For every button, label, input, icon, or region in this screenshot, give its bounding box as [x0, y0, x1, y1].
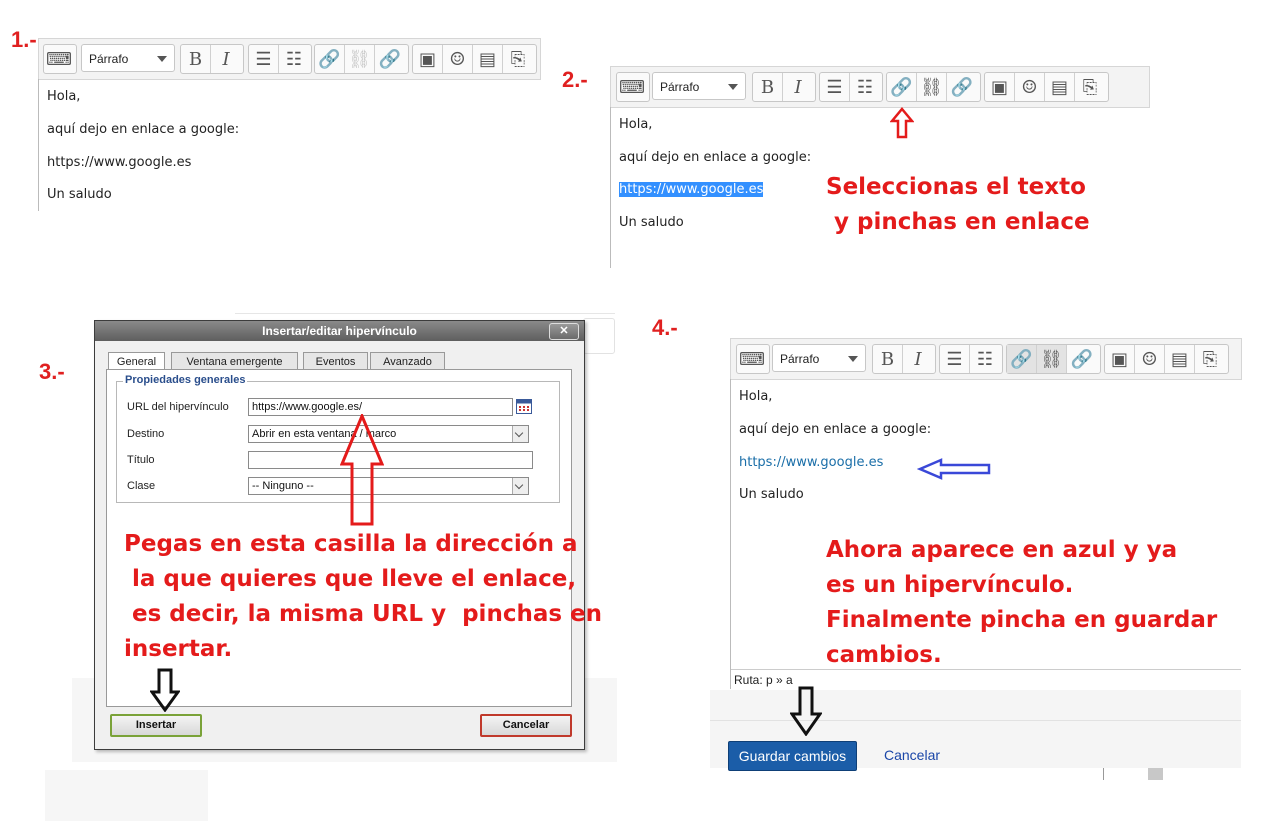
italic-button[interactable]: I: [211, 45, 241, 73]
selected-url-text: https://www.google.es: [619, 182, 764, 197]
chevron-down-icon: [512, 478, 528, 494]
class-select[interactable]: -- Ninguno --: [248, 477, 529, 495]
chevron-down-icon: [157, 56, 167, 62]
general-properties-fieldset: Propiedades generales URL del hipervíncu…: [116, 374, 560, 503]
chevron-down-icon: [512, 426, 528, 442]
step-4-note: Ahora aparece en azul y ya es un hiperví…: [826, 537, 1218, 668]
format-select[interactable]: Párrafo: [652, 72, 746, 100]
cancel-button[interactable]: Cancelar: [480, 714, 572, 737]
close-icon[interactable]: ✕: [549, 323, 579, 340]
bold-button[interactable]: B: [873, 345, 903, 373]
toolbar-toggle-icon[interactable]: ⌨: [617, 73, 647, 101]
title-input[interactable]: [248, 451, 533, 469]
text-line: aquí dejo en enlace a google:: [739, 422, 932, 437]
bullet-list-icon[interactable]: ☰: [249, 45, 279, 73]
url-label: URL del hipervínculo: [127, 401, 229, 413]
numbered-list-icon[interactable]: ☷: [850, 73, 880, 101]
dialog-titlebar: Insertar/editar hipervínculo ✕: [95, 321, 584, 341]
anchor-link-icon[interactable]: 🔗: [947, 73, 977, 101]
text-line: aquí dejo en enlace a google:: [47, 122, 240, 137]
bold-button[interactable]: B: [753, 73, 783, 101]
media-icon[interactable]: ▤: [473, 45, 503, 73]
numbered-list-icon[interactable]: ☷: [970, 345, 1000, 373]
editor-toolbar-2: ⌨ Párrafo B I ☰ ☷ 🔗 ⛓ 🔗 ▣ ☺ ▤ ⎘: [610, 66, 1150, 108]
link-icon[interactable]: 🔗: [315, 45, 345, 73]
down-arrow-icon: [150, 668, 180, 712]
class-label: Clase: [127, 480, 156, 492]
text-line: https://www.google.es: [47, 155, 192, 170]
step-4-label: 4.-: [652, 315, 678, 340]
save-changes-button[interactable]: Guardar cambios: [728, 741, 857, 771]
italic-button[interactable]: I: [903, 345, 933, 373]
step-3-label: 3.-: [39, 359, 65, 384]
text-line: Un saludo: [739, 487, 804, 502]
text-line: Hola,: [47, 89, 81, 104]
media-icon[interactable]: ▤: [1165, 345, 1195, 373]
down-arrow-icon: [790, 686, 822, 736]
text-line: Hola,: [619, 117, 653, 132]
up-arrow-icon: [340, 414, 384, 526]
step-2-label: 2.-: [562, 67, 588, 92]
cancel-link[interactable]: Cancelar: [884, 747, 940, 763]
up-arrow-icon: [890, 107, 914, 139]
emoticon-icon[interactable]: ☺: [1015, 73, 1045, 101]
emoticon-icon[interactable]: ☺: [1135, 345, 1165, 373]
unlink-icon[interactable]: ⛓: [1037, 345, 1067, 373]
media-icon[interactable]: ▤: [1045, 73, 1075, 101]
italic-button[interactable]: I: [783, 73, 813, 101]
fieldset-legend: Propiedades generales: [123, 374, 248, 386]
step-2-note: Seleccionas el texto y pinchas en enlace: [826, 174, 1090, 235]
tab-events[interactable]: Eventos: [303, 352, 368, 370]
browse-icon[interactable]: [516, 399, 532, 414]
unlink-icon[interactable]: ⛓: [917, 73, 947, 101]
chevron-down-icon: [848, 356, 858, 362]
text-line: Hola,: [739, 389, 773, 404]
emoticon-icon[interactable]: ☺: [443, 45, 473, 73]
format-select[interactable]: Párrafo: [81, 44, 175, 72]
target-label: Destino: [127, 428, 165, 440]
left-arrow-icon: [917, 458, 991, 480]
step-3-note: Pegas en esta casilla la dirección a la …: [124, 531, 603, 662]
dialog-title: Insertar/editar hipervínculo: [262, 324, 417, 338]
editor-toolbar-1: ⌨ Párrafo B I ☰ ☷ 🔗 ⛓ 🔗 ▣ ☺ ▤ ⎘: [38, 38, 541, 80]
paste-icon[interactable]: ⎘: [1195, 345, 1225, 373]
text-line: Un saludo: [619, 215, 684, 230]
hyperlink-text[interactable]: https://www.google.es: [739, 455, 883, 470]
anchor-link-icon[interactable]: 🔗: [375, 45, 405, 73]
editor-toolbar-4: ⌨ Párrafo B I ☰ ☷ 🔗 ⛓ 🔗 ▣ ☺ ▤ ⎘: [730, 338, 1242, 380]
image-icon[interactable]: ▣: [413, 45, 443, 73]
toolbar-toggle-icon[interactable]: ⌨: [737, 345, 767, 373]
toolbar-toggle-icon[interactable]: ⌨: [44, 45, 74, 73]
paste-icon[interactable]: ⎘: [1075, 73, 1105, 101]
tab-popup[interactable]: Ventana emergente: [171, 352, 298, 370]
image-icon[interactable]: ▣: [985, 73, 1015, 101]
text-line: Un saludo: [47, 187, 112, 202]
chevron-down-icon: [728, 84, 738, 90]
unlink-icon[interactable]: ⛓: [345, 45, 375, 73]
tab-advanced[interactable]: Avanzado: [370, 352, 445, 370]
link-icon[interactable]: 🔗: [1007, 345, 1037, 373]
anchor-link-icon[interactable]: 🔗: [1067, 345, 1097, 373]
text-line: aquí dejo en enlace a google:: [619, 150, 812, 165]
bold-button[interactable]: B: [181, 45, 211, 73]
numbered-list-icon[interactable]: ☷: [279, 45, 309, 73]
bullet-list-icon[interactable]: ☰: [820, 73, 850, 101]
title-label: Título: [127, 454, 155, 466]
link-icon[interactable]: 🔗: [887, 73, 917, 101]
target-select[interactable]: Abrir en esta ventana / marco: [248, 425, 529, 443]
format-select[interactable]: Párrafo: [772, 344, 866, 372]
image-icon[interactable]: ▣: [1105, 345, 1135, 373]
insert-button[interactable]: Insertar: [110, 714, 202, 737]
step-1-label: 1.-: [11, 27, 37, 52]
paste-icon[interactable]: ⎘: [503, 45, 533, 73]
bullet-list-icon[interactable]: ☰: [940, 345, 970, 373]
